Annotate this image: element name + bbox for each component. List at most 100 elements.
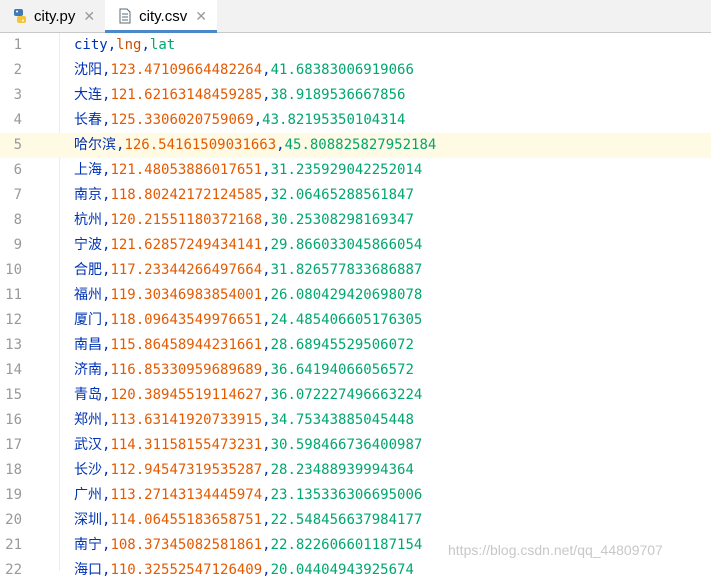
csv-lat-value: 45.808825827952184 xyxy=(284,137,437,153)
line-number: 11 xyxy=(5,287,22,303)
code-text: 青岛,120.38945519114627,36.072227496663224 xyxy=(74,387,423,403)
code-line[interactable]: 14 济南,116.85330959689689,36.6419406605657… xyxy=(0,358,711,383)
line-number: 1 xyxy=(13,37,22,53)
csv-lng-value: 117.23344266497664 xyxy=(110,262,263,278)
line-number: 20 xyxy=(5,512,22,528)
close-tab-icon[interactable]: ✕ xyxy=(83,8,95,25)
csv-lat-value: 23.135336306695006 xyxy=(270,487,423,503)
line-number: 2 xyxy=(13,62,22,78)
code-line[interactable]: 13 南昌,115.86458944231661,28.6894552950607… xyxy=(0,333,711,358)
code-text: 沈阳,123.47109664482264,41.68383006919066 xyxy=(74,62,414,78)
tab-city-py[interactable]: city.py ✕ xyxy=(0,0,105,32)
line-number: 5 xyxy=(13,137,22,153)
csv-lng-value: 121.62163148459285 xyxy=(110,87,263,103)
csv-lat-value: 31.826577833686887 xyxy=(270,262,423,278)
line-number: 3 xyxy=(13,87,22,103)
csv-lat-value: 30.25308298169347 xyxy=(270,212,414,228)
code-line[interactable]: 19 广州,113.27143134445974,23.1353363066950… xyxy=(0,483,711,508)
csv-city-value: 大连 xyxy=(74,87,102,103)
csv-city-value: 杭州 xyxy=(74,212,102,228)
code-line[interactable]: 3 大连,121.62163148459285,38.9189536667856 xyxy=(0,83,711,108)
code-editor[interactable]: 1 city,lng,lat 2 沈阳,123.47109664482264,41… xyxy=(0,33,711,578)
csv-lng-value: 113.27143134445974 xyxy=(110,487,263,503)
csv-city-value: 上海 xyxy=(74,162,102,178)
line-number: 4 xyxy=(13,112,22,128)
csv-city-value: 青岛 xyxy=(74,387,102,403)
code-line[interactable]: 17 武汉,114.31158155473231,30.5984667364009… xyxy=(0,433,711,458)
header-field-city: city xyxy=(74,37,108,53)
csv-lng-value: 108.37345082581861 xyxy=(110,537,263,553)
code-text: 哈尔滨,126.54161509031663,45.80882582795218… xyxy=(74,137,437,153)
csv-lng-value: 123.47109664482264 xyxy=(110,62,263,78)
csv-city-value: 海口 xyxy=(74,562,102,578)
csv-city-value: 宁波 xyxy=(74,237,102,253)
csv-lng-value: 115.86458944231661 xyxy=(110,337,263,353)
tab-city-csv[interactable]: city.csv ✕ xyxy=(105,0,217,33)
csv-lat-value: 30.598466736400987 xyxy=(270,437,423,453)
csv-lng-value: 114.06455183658751 xyxy=(110,512,263,528)
line-number: 6 xyxy=(13,162,22,178)
header-field-lat: lat xyxy=(149,37,176,53)
line-number: 7 xyxy=(13,187,22,203)
csv-city-value: 长沙 xyxy=(74,462,102,478)
code-line[interactable]: 20 深圳,114.06455183658751,22.5484566379841… xyxy=(0,508,711,533)
csv-city-value: 长春 xyxy=(74,112,102,128)
code-text: 合肥,117.23344266497664,31.826577833686887 xyxy=(74,262,423,278)
code-line[interactable]: 11 福州,119.30346983854001,26.0804294206980… xyxy=(0,283,711,308)
code-line[interactable]: 5 哈尔滨,126.54161509031663,45.8088258279521… xyxy=(0,133,711,158)
csv-lng-value: 112.94547319535287 xyxy=(110,462,263,478)
code-line[interactable]: 4 长春,125.3306020759069,43.82195350104314 xyxy=(0,108,711,133)
csv-lat-value: 36.072227496663224 xyxy=(270,387,423,403)
line-number: 10 xyxy=(5,262,22,278)
code-text: 上海,121.48053886017651,31.235929042252014 xyxy=(74,162,423,178)
csv-lng-value: 118.80242172124585 xyxy=(110,187,263,203)
csv-lat-value: 43.82195350104314 xyxy=(262,112,406,128)
csv-city-value: 哈尔滨 xyxy=(74,137,116,153)
code-text: 深圳,114.06455183658751,22.548456637984177 xyxy=(74,512,423,528)
code-line[interactable]: 7 南京,118.80242172124585,32.06465288561847 xyxy=(0,183,711,208)
code-line[interactable]: 12 厦门,118.09643549976651,24.4854066051763… xyxy=(0,308,711,333)
line-number: 19 xyxy=(5,487,22,503)
csv-city-value: 郑州 xyxy=(74,412,102,428)
code-line[interactable]: 2 沈阳,123.47109664482264,41.68383006919066 xyxy=(0,58,711,83)
line-number: 16 xyxy=(5,412,22,428)
csv-lng-value: 120.38945519114627 xyxy=(110,387,263,403)
code-line[interactable]: 8 杭州,120.21551180372168,30.25308298169347 xyxy=(0,208,711,233)
csv-file-icon xyxy=(117,8,133,24)
line-number: 8 xyxy=(13,212,22,228)
csv-city-value: 广州 xyxy=(74,487,102,503)
tab-label: city.py xyxy=(34,7,76,25)
python-file-icon xyxy=(12,8,28,24)
code-line[interactable]: 10 合肥,117.23344266497664,31.8265778336868… xyxy=(0,258,711,283)
csv-city-value: 南京 xyxy=(74,187,102,203)
code-text: 大连,121.62163148459285,38.9189536667856 xyxy=(74,87,406,103)
csv-lat-value: 29.866033045866054 xyxy=(270,237,423,253)
code-line[interactable]: 15 青岛,120.38945519114627,36.0722274966632… xyxy=(0,383,711,408)
close-tab-icon[interactable]: ✕ xyxy=(195,8,207,25)
code-text: 厦门,118.09643549976651,24.485406605176305 xyxy=(74,312,423,328)
code-text: 南宁,108.37345082581861,22.822606601187154 xyxy=(74,537,423,553)
line-number: 15 xyxy=(5,387,22,403)
line-number: 14 xyxy=(5,362,22,378)
code-text: 杭州,120.21551180372168,30.25308298169347 xyxy=(74,212,414,228)
csv-lng-value: 110.32552547126409 xyxy=(110,562,263,578)
editor-tab-bar: city.py ✕ city.csv ✕ xyxy=(0,0,711,33)
csv-lat-value: 36.64194066056572 xyxy=(270,362,414,378)
csv-lng-value: 113.63141920733915 xyxy=(110,412,263,428)
csv-city-value: 武汉 xyxy=(74,437,102,453)
code-line[interactable]: 9 宁波,121.62857249434141,29.86603304586605… xyxy=(0,233,711,258)
csv-lat-value: 31.235929042252014 xyxy=(270,162,423,178)
csv-lng-value: 121.62857249434141 xyxy=(110,237,263,253)
code-line[interactable]: 16 郑州,113.63141920733915,34.7534388504544… xyxy=(0,408,711,433)
code-line[interactable]: 6 上海,121.48053886017651,31.23592904225201… xyxy=(0,158,711,183)
line-number: 17 xyxy=(5,437,22,453)
line-number: 12 xyxy=(5,312,22,328)
csv-city-value: 南昌 xyxy=(74,337,102,353)
csv-lat-value: 26.080429420698078 xyxy=(270,287,423,303)
code-line[interactable]: 18 长沙,112.94547319535287,28.2348893999436… xyxy=(0,458,711,483)
csv-lng-value: 116.85330959689689 xyxy=(110,362,263,378)
header-field-lng: lng xyxy=(116,37,142,53)
csv-lat-value: 22.822606601187154 xyxy=(270,537,423,553)
code-text: 长沙,112.94547319535287,28.23488939994364 xyxy=(74,462,414,478)
code-line-header[interactable]: 1 city,lng,lat xyxy=(0,33,711,58)
